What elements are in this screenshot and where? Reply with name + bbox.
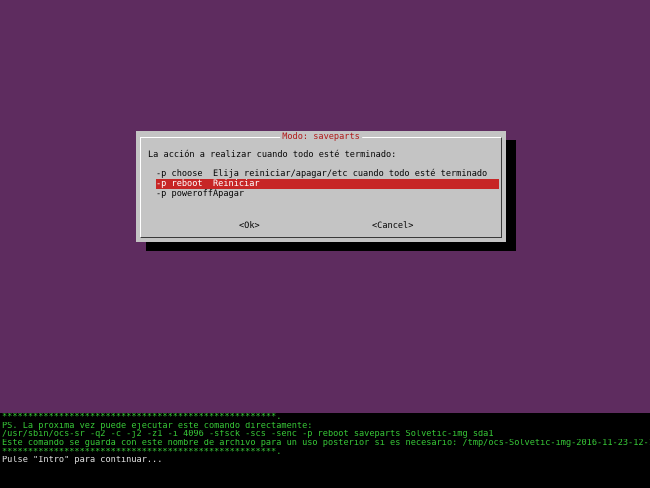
menu-item-label: Reiniciar [213,179,260,189]
menu-item-tag: -p poweroff [156,189,213,199]
terminal-line: ****************************************… [2,413,282,422]
dialog-prompt: La acción a realizar cuando todo esté te… [148,150,397,160]
dialog-title: Modo: saveparts [280,132,362,143]
dialog-frame: Modo: saveparts La acción a realizar cua… [140,132,502,238]
cancel-button[interactable]: <Cancel> [372,221,413,232]
terminal-line: Este comando se guarda con este nombre d… [2,439,650,448]
menu-item-label: Apagar [213,189,245,199]
menu-item-reboot[interactable]: -p reboot Reiniciar [156,179,499,189]
option-menu: -p choose Elija reiniciar/apagar/etc cua… [156,169,499,199]
menu-item-poweroff[interactable]: -p poweroff Apagar [156,189,499,199]
terminal-line: /usr/sbin/ocs-sr -q2 -c -j2 -z1 -i 4096 … [2,430,494,440]
terminal-prompt-line: Pulse "Intro" para continuar... [2,456,163,466]
menu-item-tag: -p choose [156,169,203,179]
menu-item-choose[interactable]: -p choose Elija reiniciar/apagar/etc cua… [156,169,499,179]
menu-item-tag: -p reboot [156,179,203,189]
terminal-line: PS. La próxima vez puede ejecutar este c… [2,421,313,431]
ok-button[interactable]: <Ok> [239,221,260,232]
dialog-saveparts-mode: Modo: saveparts La acción a realizar cua… [136,131,506,242]
menu-item-label: Elija reiniciar/apagar/etc cuando todo e… [213,169,488,179]
terminal-output: ****************************************… [0,413,650,488]
terminal-line: ****************************************… [2,447,282,457]
